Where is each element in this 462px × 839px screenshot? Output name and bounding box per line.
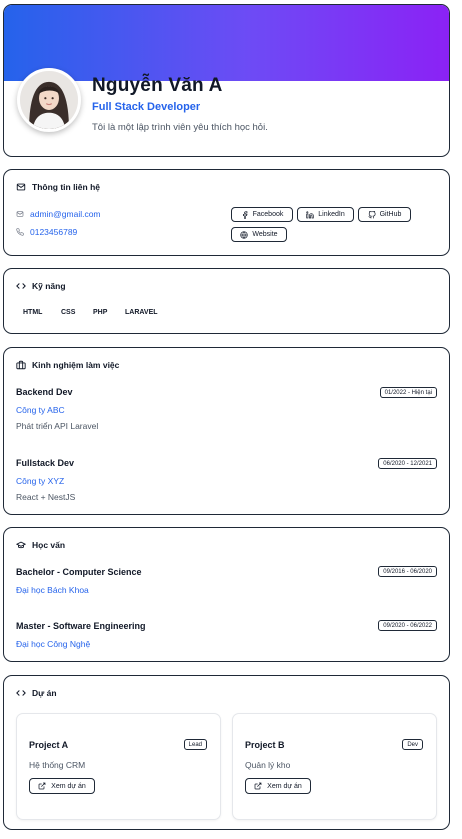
facebook-button[interactable]: Facebook	[231, 207, 293, 222]
mail-icon	[16, 183, 26, 191]
project-card: Project A Lead Hệ thống CRM Xem dự án	[16, 713, 221, 820]
linkedin-icon	[306, 210, 314, 218]
linkedin-label: LinkedIn	[318, 211, 345, 218]
education-card: Học vấn Bachelor - Computer Science 09/2…	[3, 527, 450, 662]
contact-phone-row[interactable]: 0123456789	[16, 227, 77, 237]
linkedin-button[interactable]: LinkedIn	[297, 207, 354, 222]
experience-position: Fullstack Dev	[16, 458, 75, 468]
experience-title-label: Kinh nghiệm làm việc	[32, 360, 120, 370]
github-label: GitHub	[379, 211, 402, 218]
project-name: Project B	[245, 740, 285, 750]
project-role-badge: Dev	[402, 739, 423, 750]
view-project-label: Xem dự án	[267, 782, 302, 790]
projects-card: Dự án Project A Lead Hệ thống CRM Xem dự…	[3, 675, 450, 830]
project-name: Project A	[29, 740, 69, 750]
briefcase-icon	[16, 360, 26, 370]
experience-company: Công ty XYZ	[16, 476, 65, 486]
code-icon	[16, 690, 26, 696]
skill-tag: HTML	[23, 309, 43, 316]
education-school: Đại học Bách Khoa	[16, 585, 89, 595]
contact-title-label: Thông tin liên hệ	[32, 182, 100, 192]
experience-description: React + NestJS	[16, 492, 76, 502]
contact-card: Thông tin liên hệ admin@gmail.com 012345…	[3, 169, 450, 256]
experience-card: Kinh nghiệm làm việc Backend Dev 01/2022…	[3, 347, 450, 515]
view-project-label: Xem dự án	[51, 782, 86, 790]
code-icon	[16, 283, 26, 289]
education-degree: Bachelor - Computer Science	[16, 567, 142, 577]
skill-tag: PHP	[93, 309, 108, 316]
external-link-icon	[254, 782, 262, 790]
project-role-badge: Lead	[183, 739, 207, 750]
contact-email[interactable]: admin@gmail.com	[30, 209, 101, 219]
experience-title: Kinh nghiệm làm việc	[16, 360, 119, 370]
experience-company: Công ty ABC	[16, 405, 65, 415]
facebook-label: Facebook	[252, 211, 284, 218]
education-period-badge: 09/2020 - 06/2022	[378, 620, 437, 631]
view-project-button[interactable]: Xem dự án	[245, 778, 311, 794]
profile-name: Nguyễn Văn A	[92, 75, 223, 96]
skills-title-label: Kỹ năng	[32, 281, 66, 291]
profile-banner	[4, 5, 449, 81]
projects-title-label: Dự án	[32, 688, 57, 698]
experience-position: Backend Dev	[16, 387, 73, 397]
education-title-label: Học vấn	[32, 540, 66, 550]
experience-period-badge: 06/2020 - 12/2021	[378, 458, 437, 469]
profile-role: Full Stack Developer	[92, 101, 201, 113]
skills-title: Kỹ năng	[16, 281, 66, 291]
globe-icon	[240, 230, 249, 239]
experience-period-badge: 01/2022 - Hiện tại	[379, 387, 437, 398]
github-icon	[368, 210, 376, 218]
contact-title: Thông tin liên hệ	[16, 182, 100, 192]
graduation-cap-icon	[16, 541, 26, 549]
external-link-icon	[38, 782, 46, 790]
contact-phone[interactable]: 0123456789	[30, 227, 77, 237]
education-school: Đại học Công Nghệ	[16, 639, 91, 649]
profile-card: Nguyễn Văn A Full Stack Developer Tôi là…	[3, 4, 450, 157]
education-period-badge: 09/2016 - 06/2020	[378, 566, 437, 577]
education-title: Học vấn	[16, 540, 65, 550]
website-label: Website	[252, 231, 278, 238]
project-description: Hệ thống CRM	[29, 760, 86, 770]
mail-icon	[16, 211, 24, 217]
projects-title: Dự án	[16, 688, 57, 698]
facebook-icon	[242, 210, 248, 219]
github-button[interactable]: GitHub	[358, 207, 411, 222]
view-project-button[interactable]: Xem dự án	[29, 778, 95, 794]
skill-tag: CSS	[61, 309, 76, 316]
contact-email-row[interactable]: admin@gmail.com	[16, 209, 101, 219]
education-degree: Master - Software Engineering	[16, 621, 146, 631]
avatar	[17, 68, 81, 132]
experience-description: Phát triển API Laravel	[16, 421, 99, 431]
website-button[interactable]: Website	[231, 227, 287, 242]
project-card: Project B Dev Quản lý kho Xem dự án	[232, 713, 437, 820]
phone-icon	[16, 228, 24, 236]
skill-tag: LARAVEL	[125, 309, 158, 316]
project-description: Quản lý kho	[245, 760, 291, 770]
skills-card: Kỹ năng HTML CSS PHP LARAVEL	[3, 268, 450, 334]
profile-bio: Tôi là một lập trình viên yêu thích học …	[92, 122, 268, 133]
